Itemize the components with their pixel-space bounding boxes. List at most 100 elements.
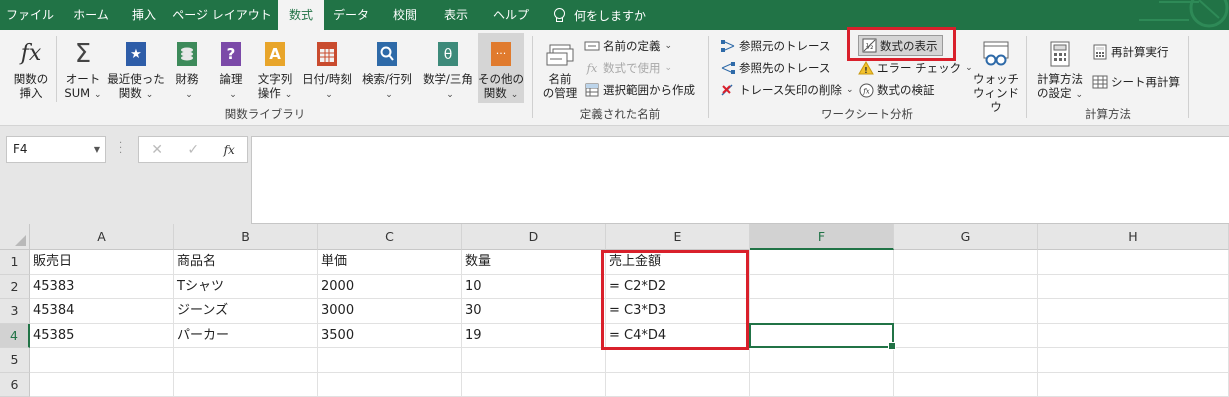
insert-function-fx-icon[interactable]: fx <box>224 143 235 157</box>
resize-handle-icon[interactable]: ··· <box>119 141 123 157</box>
cell-a2[interactable]: 45383 <box>30 275 174 300</box>
cell-b3[interactable]: ジーンズ <box>174 299 318 324</box>
tab-file[interactable]: ファイル <box>0 0 60 30</box>
cell-d2[interactable]: 10 <box>462 275 606 300</box>
cell-f3[interactable] <box>750 299 894 324</box>
tab-page-layout[interactable]: ページ レイアウト <box>168 0 276 30</box>
cell-h5[interactable] <box>1038 348 1229 373</box>
define-name-button[interactable]: 名前の定義 ⌄ <box>584 36 672 56</box>
trace-precedents-button[interactable]: 参照元のトレース <box>720 36 830 56</box>
cell-g3[interactable] <box>894 299 1038 324</box>
cell-d4[interactable]: 19 <box>462 324 606 349</box>
recently-used-button[interactable]: ★ 最近使った 関数⌄ <box>106 38 166 102</box>
cell-g2[interactable] <box>894 275 1038 300</box>
tab-formulas[interactable]: 数式 <box>278 0 324 31</box>
cell-c6[interactable] <box>318 373 462 397</box>
cell-a3[interactable]: 45384 <box>30 299 174 324</box>
cell-e6[interactable] <box>606 373 750 397</box>
name-manager-button[interactable]: 名前 の管理 <box>540 38 580 100</box>
calc-options-button[interactable]: 計算方法 の設定⌄ <box>1034 38 1086 102</box>
cell-g5[interactable] <box>894 348 1038 373</box>
tab-insert[interactable]: 挿入 <box>122 0 166 30</box>
cell-d5[interactable] <box>462 348 606 373</box>
row-header-6[interactable]: 6 <box>0 373 30 397</box>
calendar-book-icon <box>312 38 342 70</box>
cell-e5[interactable] <box>606 348 750 373</box>
create-from-selection-button[interactable]: 選択範囲から作成 <box>584 80 695 100</box>
column-header-b[interactable]: B <box>174 224 318 250</box>
formula-input[interactable] <box>251 136 1229 224</box>
use-in-formula-button[interactable]: fx 数式で使用 ⌄ <box>584 58 672 78</box>
cell-a4[interactable]: 45385 <box>30 324 174 349</box>
cell-a5[interactable] <box>30 348 174 373</box>
cell-f5[interactable] <box>750 348 894 373</box>
column-header-e[interactable]: E <box>606 224 750 250</box>
autosum-button[interactable]: Σ オート SUM⌄ <box>60 38 106 102</box>
financial-button[interactable]: 財務⌄ <box>170 38 204 102</box>
column-header-a[interactable]: A <box>30 224 174 250</box>
cell-h2[interactable] <box>1038 275 1229 300</box>
cell-b6[interactable] <box>174 373 318 397</box>
cell-d6[interactable] <box>462 373 606 397</box>
cell-d3[interactable]: 30 <box>462 299 606 324</box>
cell-c5[interactable] <box>318 348 462 373</box>
trace-precedents-label: 参照元のトレース <box>739 38 830 54</box>
row-header-1[interactable]: 1 <box>0 250 30 275</box>
cell-f2[interactable] <box>750 275 894 300</box>
trace-dependents-button[interactable]: 参照先のトレース <box>720 58 830 78</box>
tab-view[interactable]: 表示 <box>434 0 478 30</box>
column-header-c[interactable]: C <box>318 224 462 250</box>
row-header-5[interactable]: 5 <box>0 348 30 373</box>
cell-b4[interactable]: パーカー <box>174 324 318 349</box>
lookup-button[interactable]: 検索/行列⌄ <box>358 38 416 102</box>
insert-function-button[interactable]: fx 関数の 挿入 <box>10 38 52 100</box>
column-header-g[interactable]: G <box>894 224 1038 250</box>
select-all-button[interactable] <box>0 224 30 250</box>
cell-h3[interactable] <box>1038 299 1229 324</box>
cell-f1[interactable] <box>750 250 894 275</box>
cell-g4[interactable] <box>894 324 1038 349</box>
row-header-2[interactable]: 2 <box>0 275 30 300</box>
cell-a1[interactable]: 販売日 <box>30 250 174 275</box>
tab-help[interactable]: ヘルプ <box>484 0 538 30</box>
cell-c2[interactable]: 2000 <box>318 275 462 300</box>
tell-me-search[interactable]: 何をしますか <box>553 0 646 30</box>
cell-b1[interactable]: 商品名 <box>174 250 318 275</box>
datetime-button[interactable]: 日付/時刻⌄ <box>300 38 354 102</box>
evaluate-formula-button[interactable]: fx 数式の検証 <box>858 80 935 100</box>
cell-g6[interactable] <box>894 373 1038 397</box>
cell-b5[interactable] <box>174 348 318 373</box>
cell-f6[interactable] <box>750 373 894 397</box>
more-functions-button[interactable]: ··· その他の 関数⌄ <box>478 33 524 103</box>
logical-button[interactable]: ? 論理⌄ <box>214 38 248 102</box>
name-box[interactable]: F4 ▼ <box>6 136 106 163</box>
check-icon[interactable]: ✓ <box>187 142 199 158</box>
cell-c1[interactable]: 単価 <box>318 250 462 275</box>
column-header-d[interactable]: D <box>462 224 606 250</box>
cell-g1[interactable] <box>894 250 1038 275</box>
column-header-f[interactable]: F <box>750 224 894 250</box>
watch-window-button[interactable]: ウォッチ ウィンドウ <box>972 38 1020 114</box>
remove-arrows-button[interactable]: トレース矢印の削除 ⌄ <box>720 80 853 100</box>
tab-data[interactable]: データ <box>326 0 376 30</box>
calc-now-button[interactable]: 再計算実行 <box>1092 42 1169 62</box>
row-header-3[interactable]: 3 <box>0 299 30 324</box>
cancel-icon[interactable]: ✕ <box>151 142 163 158</box>
tab-home[interactable]: ホーム <box>62 0 120 30</box>
cell-b2[interactable]: Tシャツ <box>174 275 318 300</box>
cell-h6[interactable] <box>1038 373 1229 397</box>
math-trig-button[interactable]: θ 数学/三角⌄ <box>420 38 476 102</box>
cell-c4[interactable]: 3500 <box>318 324 462 349</box>
cell-a6[interactable] <box>30 373 174 397</box>
cell-h4[interactable] <box>1038 324 1229 349</box>
text-functions-button[interactable]: A 文字列 操作⌄ <box>254 38 296 102</box>
row-header-4[interactable]: 4 <box>0 324 30 349</box>
tab-review[interactable]: 校閲 <box>380 0 430 30</box>
error-checking-button[interactable]: ! エラー チェック ⌄ <box>858 58 973 78</box>
calc-sheet-button[interactable]: シート再計算 <box>1092 72 1180 92</box>
cell-h1[interactable] <box>1038 250 1229 275</box>
column-header-h[interactable]: H <box>1038 224 1229 250</box>
cell-d1[interactable]: 数量 <box>462 250 606 275</box>
cell-c3[interactable]: 3000 <box>318 299 462 324</box>
chevron-down-icon[interactable]: ▼ <box>94 137 100 162</box>
